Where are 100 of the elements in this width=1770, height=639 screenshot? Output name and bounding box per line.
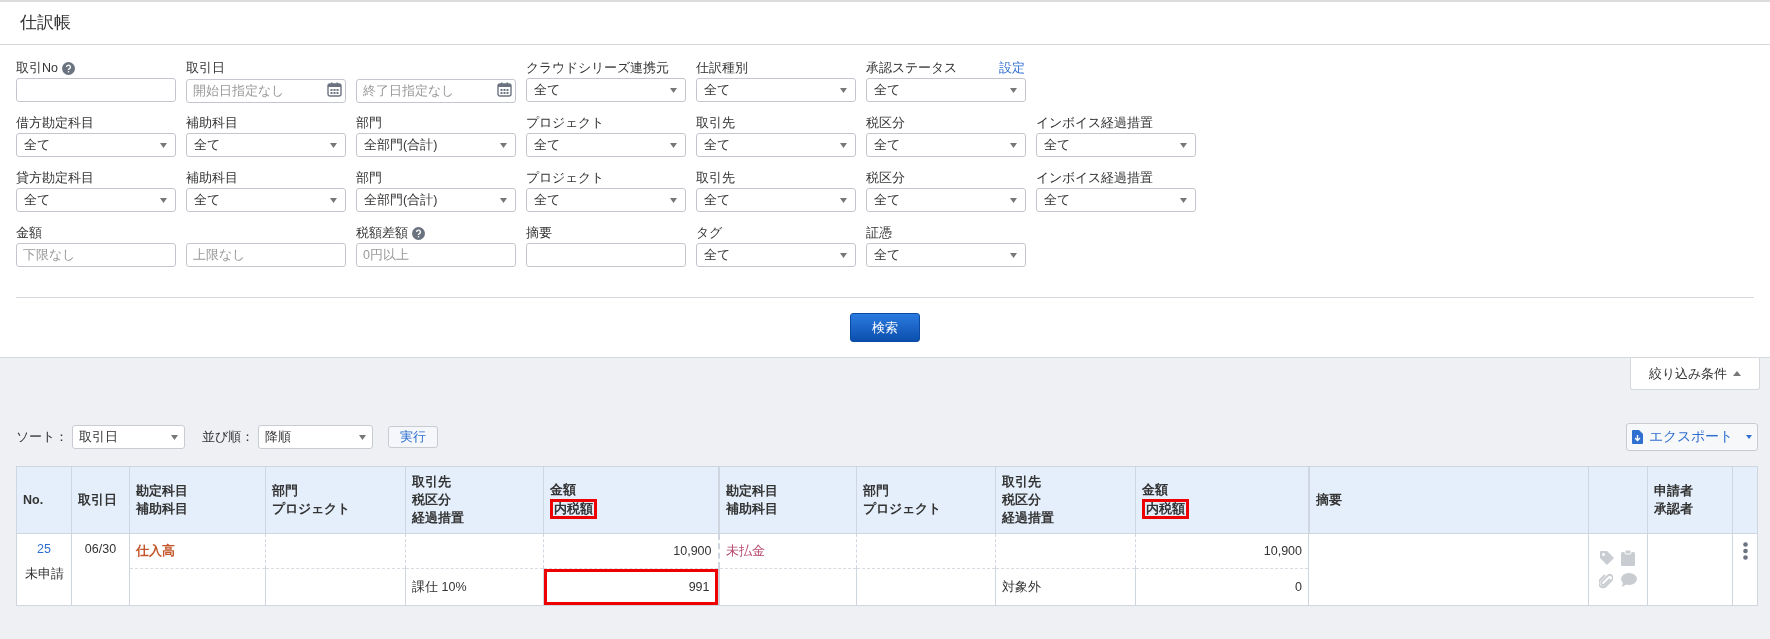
column-header: 部門 [272,484,298,498]
sort-select[interactable]: 取引日 [72,425,185,449]
entry-number-link[interactable]: 25 [23,540,65,558]
field-label: 部門 [356,169,382,187]
date-field[interactable]: 終了日指定なし [356,79,516,103]
field-label: 部門 [356,114,382,132]
column-header: 取引先 [1002,475,1041,489]
field-label: 補助科目 [186,114,238,132]
tag-icon[interactable] [1599,550,1615,566]
column-header: 申請者 [1654,484,1693,498]
caret-icon [840,87,847,93]
date-text: 06/30 [84,542,117,556]
calendar-icon[interactable] [497,82,512,97]
select-field[interactable]: 全て [526,188,686,212]
column-header: 税区分 [1002,493,1041,507]
select-field[interactable]: 全て [526,133,686,157]
input-field[interactable] [16,78,176,102]
comment-icon[interactable] [1621,573,1637,589]
caret-icon [670,87,677,93]
field-label: インボイス経過措置 [1036,114,1153,132]
order-label: 並び順： [202,428,254,446]
select-field[interactable]: 全て [866,188,1026,212]
run-button[interactable]: 実行 [388,426,438,448]
column-header: 承認者 [1654,502,1693,516]
filter-toggle-tab[interactable]: 絞り込み条件 [1630,358,1760,390]
tax-amount-text: 991 [544,569,718,605]
field-label: 金額 [16,224,42,242]
caret-icon [1010,252,1017,258]
select-field[interactable]: 全て [696,78,856,102]
column-header: 内税額 [550,499,597,519]
search-button[interactable]: 検索 [850,313,920,342]
help-icon[interactable] [412,226,425,240]
caret-icon [500,197,507,203]
input-field[interactable] [526,243,686,267]
select-field[interactable]: 全て [696,243,856,267]
select-field[interactable]: 全て [16,188,176,212]
field-label: 承認ステータス [866,59,957,77]
column-header: 摘要 [1315,493,1342,507]
field-label: 取引No [16,59,58,77]
caret-icon [840,252,847,258]
calendar-icon[interactable] [327,82,342,97]
select-field[interactable]: 全て [186,188,346,212]
column-header: 取引先 [412,475,451,489]
field-label: 摘要 [526,224,552,242]
caret-icon [1010,87,1017,93]
column-header: 金額 [550,483,576,497]
field-label: 補助科目 [186,169,238,187]
page-title: 仕訳帳 [20,12,71,35]
order-select[interactable]: 降順 [258,425,373,449]
tax-category-text: 対象外 [1002,579,1041,594]
clipboard-icon[interactable] [1621,550,1637,566]
input-field[interactable]: 上限なし [186,243,346,267]
select-field[interactable]: 全て [696,188,856,212]
column-header: 補助科目 [725,502,778,516]
select-field[interactable]: 全て [866,133,1026,157]
caret-icon [1180,197,1187,203]
amount-text: 10,900 [1263,543,1302,558]
tax-category-text: 課仕 10% [412,579,467,594]
select-field[interactable]: 全て [866,243,1026,267]
sort-label: ソート： [16,428,68,446]
column-header: 取引日 [78,493,117,507]
select-field[interactable]: 全て [526,78,686,102]
select-field[interactable]: 全て [866,78,1026,102]
input-field[interactable]: 0円以上 [356,243,516,267]
account-text: 未払金 [725,543,765,558]
caret-icon [840,142,847,148]
field-label: 税区分 [866,169,905,187]
select-field[interactable]: 全て [696,133,856,157]
tax-amount-text: 0 [1294,579,1303,596]
paperclip-icon[interactable] [1599,573,1615,589]
column-header: プロジェクト [863,502,941,516]
caret-icon [1746,435,1752,439]
column-header: 補助科目 [136,502,188,516]
select-field[interactable]: 全部門(合計) [356,133,516,157]
field-label: 取引先 [696,114,735,132]
caret-icon [160,142,167,148]
select-field[interactable]: 全て [186,133,346,157]
field-label: 取引先 [696,169,735,187]
column-header: プロジェクト [272,502,350,516]
caret-icon [330,197,337,203]
settings-link[interactable]: 設定 [999,58,1025,78]
column-header: 勘定科目 [136,484,188,498]
field-label: 税区分 [866,114,905,132]
select-field[interactable]: 全て [1036,133,1196,157]
help-icon[interactable] [62,61,75,75]
field-label: 仕訳種別 [696,59,748,77]
caret-icon [160,197,167,203]
export-button[interactable]: エクスポート [1626,423,1758,451]
caret-icon [840,197,847,203]
select-field[interactable]: 全て [16,133,176,157]
select-field[interactable]: 全部門(合計) [356,188,516,212]
date-field[interactable]: 開始日指定なし [186,79,346,103]
field-label: プロジェクト [526,114,604,132]
caret-icon [330,142,337,148]
select-field[interactable]: 全て [1036,188,1196,212]
field-label: プロジェクト [526,169,604,187]
field-label: タグ [696,224,722,242]
caret-icon [500,142,507,148]
more-options-icon[interactable] [1742,542,1748,560]
input-field[interactable]: 下限なし [16,243,176,267]
